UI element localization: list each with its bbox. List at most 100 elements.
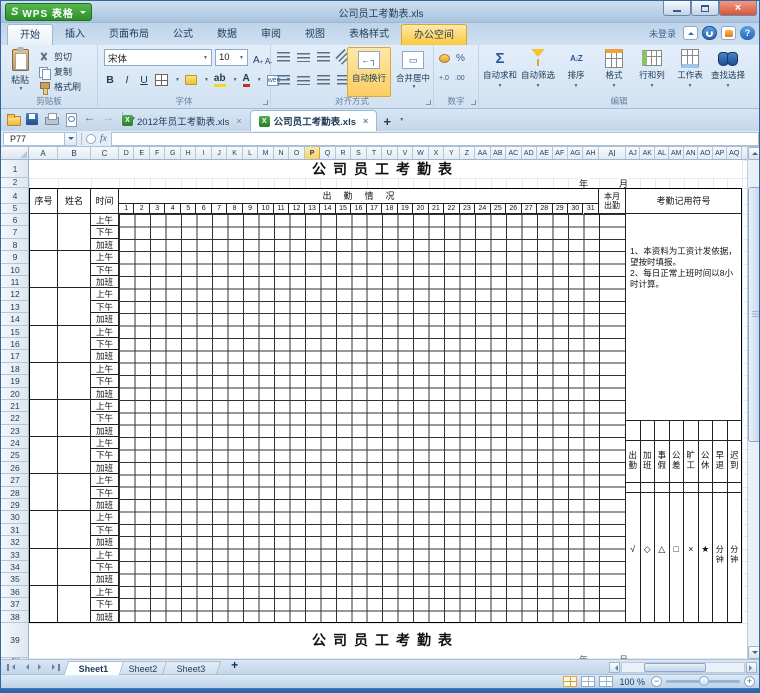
day-header[interactable]: 7 — [212, 204, 227, 214]
undo-icon[interactable] — [82, 112, 97, 126]
row-header-26[interactable]: 26 — [1, 462, 29, 474]
row-header-30[interactable]: 30 — [1, 511, 29, 523]
day-header[interactable]: 25 — [491, 204, 506, 214]
sync-icon[interactable] — [702, 26, 717, 40]
row-header-27[interactable]: 27 — [1, 474, 29, 486]
time-cell[interactable]: 加班 — [91, 573, 119, 585]
serial-cell[interactable] — [29, 437, 58, 474]
ribbon-tab-页面布局[interactable]: 页面布局 — [97, 24, 161, 45]
column-header-AO[interactable]: AO — [698, 147, 713, 160]
column-header-M[interactable]: M — [258, 147, 273, 160]
row-header-10[interactable]: 10 — [1, 264, 29, 276]
day-header[interactable]: 24 — [475, 204, 490, 214]
column-header-AP[interactable]: AP — [713, 147, 728, 160]
close-tab-icon[interactable]: × — [363, 116, 368, 126]
serial-cell[interactable] — [29, 214, 58, 251]
row-header-4[interactable]: 4 — [1, 188, 29, 204]
day-header[interactable]: 31 — [584, 204, 599, 214]
row-header-39[interactable]: 39 — [1, 623, 29, 658]
cut-button[interactable]: 剪切 — [38, 49, 81, 64]
attendance-header[interactable]: 出勤情况 — [119, 188, 599, 204]
row-header-11[interactable]: 11 — [1, 276, 29, 288]
decrease-indent-icon[interactable] — [337, 75, 347, 85]
time-cell[interactable]: 上午 — [91, 586, 119, 598]
prev-sheet-icon[interactable] — [20, 662, 32, 673]
day-header[interactable]: 12 — [289, 204, 304, 214]
day-header[interactable]: 5 — [181, 204, 196, 214]
column-header-I[interactable]: I — [196, 147, 211, 160]
column-header-Y[interactable]: Y — [444, 147, 459, 160]
time-cell[interactable]: 加班 — [91, 239, 119, 251]
ribbon-button-格式[interactable]: 格式▼ — [595, 47, 633, 97]
minimize-button[interactable] — [663, 1, 691, 16]
row-header-22[interactable]: 22 — [1, 412, 29, 424]
column-header-R[interactable]: R — [336, 147, 351, 160]
time-cell[interactable]: 加班 — [91, 499, 119, 511]
select-all-corner[interactable] — [1, 147, 29, 160]
zoom-slider[interactable] — [666, 680, 740, 683]
wrap-text-button[interactable]: ←┐ 自动换行 — [347, 47, 391, 97]
merge-center-button[interactable]: ▭ 合并居中 ▼ — [391, 47, 435, 97]
day-header[interactable]: 6 — [196, 204, 211, 214]
time-cell[interactable]: 加班 — [91, 276, 119, 288]
column-header-S[interactable]: S — [351, 147, 366, 160]
day-header[interactable]: 2 — [134, 204, 149, 214]
font-family-select[interactable]: 宋体▼ — [104, 49, 212, 66]
day-header[interactable]: 4 — [165, 204, 180, 214]
name-box-dropdown-icon[interactable] — [65, 132, 77, 146]
column-header-N[interactable]: N — [274, 147, 289, 160]
serial-cell[interactable] — [29, 326, 58, 363]
format-painter-button[interactable]: 格式刷 — [38, 79, 81, 94]
underline-button[interactable]: U — [138, 74, 150, 86]
time-header[interactable]: 时间 — [91, 188, 119, 214]
day-header[interactable]: 9 — [243, 204, 258, 214]
column-header-AL[interactable]: AL — [655, 147, 670, 160]
time-cell[interactable]: 加班 — [91, 388, 119, 400]
day-header[interactable]: 28 — [537, 204, 552, 214]
row-header-33[interactable]: 33 — [1, 549, 29, 561]
name-cell[interactable] — [58, 214, 91, 251]
attendance-day-grid[interactable] — [119, 214, 599, 623]
column-header-O[interactable]: O — [289, 147, 304, 160]
name-box[interactable]: P77 — [3, 132, 65, 146]
time-cell[interactable]: 下午 — [91, 264, 119, 276]
column-header-K[interactable]: K — [227, 147, 242, 160]
time-cell[interactable]: 下午 — [91, 561, 119, 573]
serial-cell[interactable] — [29, 251, 58, 288]
bold-button[interactable]: B — [104, 74, 116, 86]
month-total-column[interactable] — [599, 214, 626, 623]
last-sheet-icon[interactable] — [50, 662, 62, 673]
name-cell[interactable] — [58, 549, 91, 586]
time-cell[interactable]: 上午 — [91, 549, 119, 561]
name-cell[interactable] — [58, 326, 91, 363]
time-cell[interactable]: 下午 — [91, 301, 119, 313]
preview-icon[interactable] — [63, 112, 78, 126]
month-total-header[interactable]: 本月 出勤 — [599, 188, 626, 214]
first-sheet-icon[interactable] — [5, 662, 17, 673]
row-header-1[interactable]: 1 — [1, 160, 29, 178]
time-cell[interactable]: 下午 — [91, 338, 119, 350]
ribbon-tab-审阅[interactable]: 审阅 — [249, 24, 293, 45]
serial-cell[interactable] — [29, 549, 58, 586]
day-header[interactable]: 22 — [444, 204, 459, 214]
row-header-23[interactable]: 23 — [1, 425, 29, 437]
serial-cell[interactable] — [29, 511, 58, 548]
increase-decimal-icon[interactable]: +.0 — [439, 75, 449, 82]
serial-cell[interactable] — [29, 474, 58, 511]
day-header[interactable]: 8 — [227, 204, 242, 214]
ribbon-tab-公式[interactable]: 公式 — [161, 24, 205, 45]
row-header-36[interactable]: 36 — [1, 586, 29, 598]
alignment-dialog-launcher-icon[interactable] — [426, 100, 431, 105]
column-header-A[interactable]: A — [29, 147, 58, 160]
column-header-W[interactable]: W — [413, 147, 428, 160]
row-header-34[interactable]: 34 — [1, 561, 29, 573]
symbols-header[interactable]: 考勤记用符号 — [626, 188, 742, 214]
time-cell[interactable]: 加班 — [91, 462, 119, 474]
row-header-28[interactable]: 28 — [1, 487, 29, 499]
font-color-icon[interactable]: A — [243, 74, 250, 87]
row-header-9[interactable]: 9 — [1, 251, 29, 263]
time-cell[interactable]: 下午 — [91, 226, 119, 238]
serial-cell[interactable] — [29, 586, 58, 623]
column-header-AJ[interactable]: AJ — [626, 147, 641, 160]
name-cell[interactable] — [58, 400, 91, 437]
